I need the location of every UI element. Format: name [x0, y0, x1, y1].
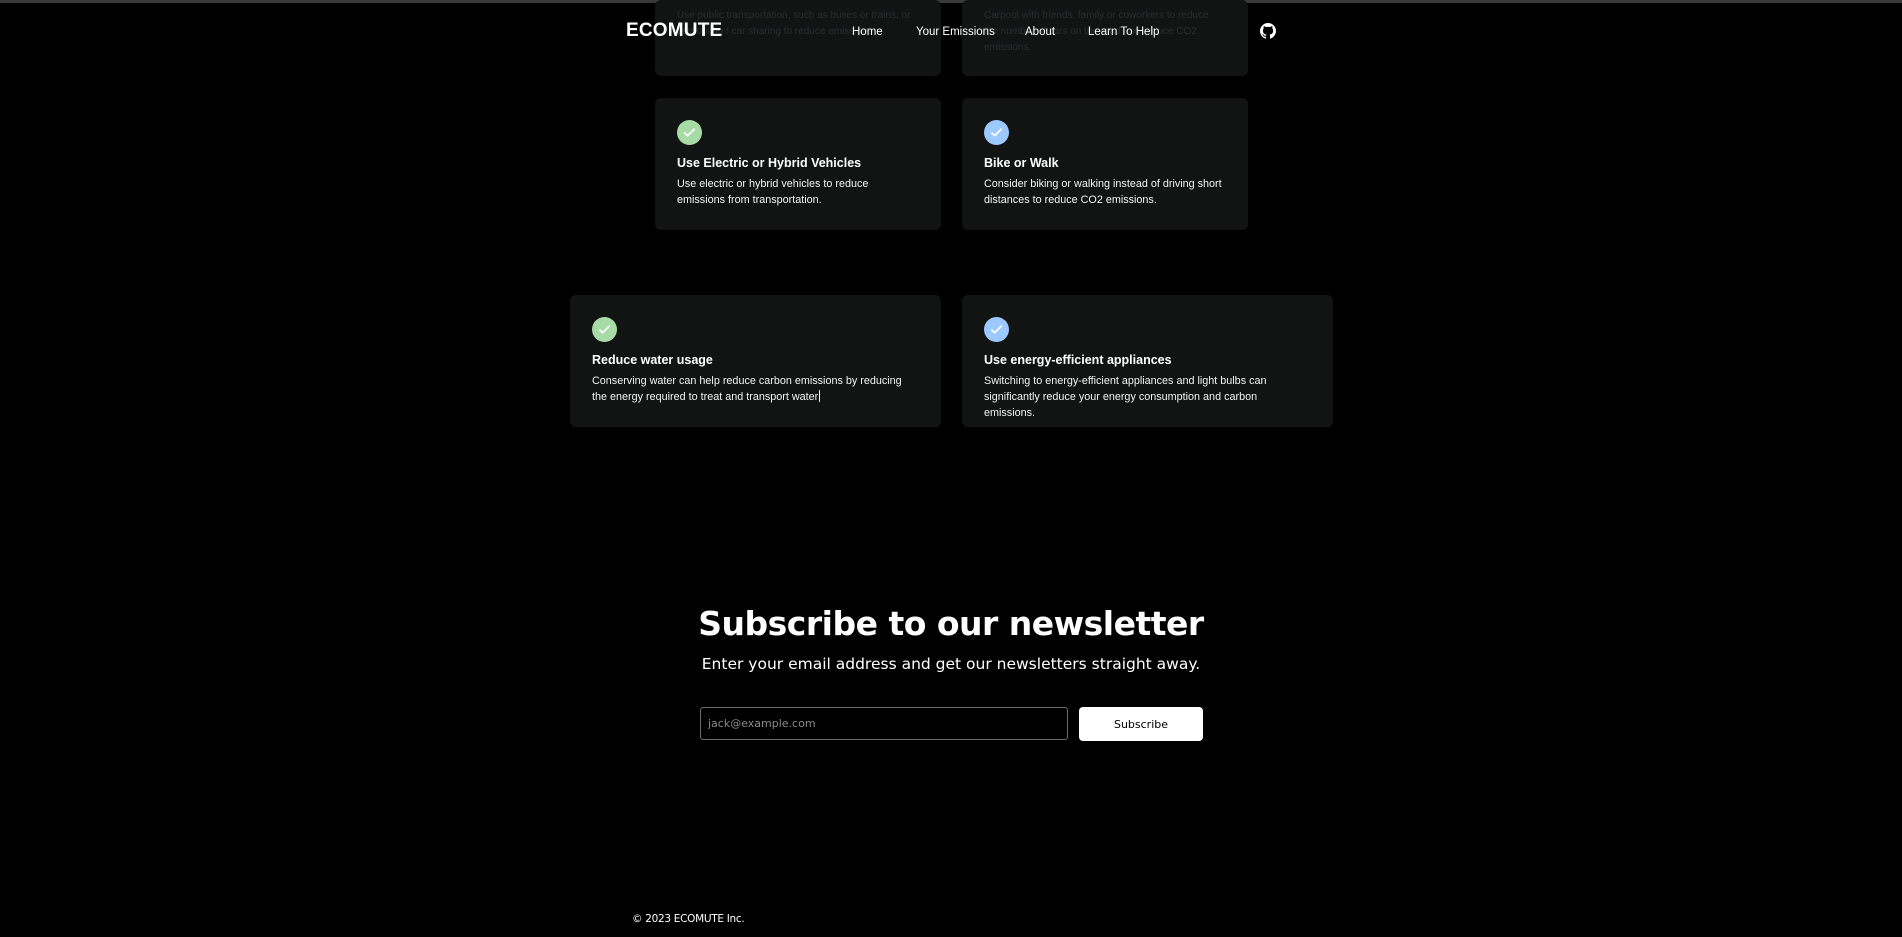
tip-title: Use energy-efficient appliances	[984, 353, 1172, 367]
tip-card-electric-vehicles: Use Electric or Hybrid Vehicles Use elec…	[655, 98, 941, 230]
footer-copyright: © 2023 ECOMUTE Inc.	[632, 913, 745, 925]
top-navbar: ECOMUTE Home Your Emissions About Learn …	[0, 3, 1902, 59]
tip-title: Bike or Walk	[984, 156, 1059, 170]
check-circle-icon	[984, 317, 1009, 342]
tip-title: Use Electric or Hybrid Vehicles	[677, 156, 862, 170]
newsletter-subtitle: Enter your email address and get our new…	[701, 655, 1201, 673]
brand-logo[interactable]: ECOMUTE	[626, 20, 722, 42]
newsletter-title: Subscribe to our newsletter	[698, 604, 1204, 643]
text-cursor	[819, 390, 821, 402]
tip-text: Use electric or hybrid vehicles to reduc…	[677, 178, 869, 206]
tip-card-energy-appliances: Use energy-efficient appliances Switchin…	[962, 295, 1333, 427]
check-circle-icon	[592, 317, 617, 342]
email-input[interactable]	[700, 707, 1068, 740]
check-circle-icon	[677, 120, 702, 145]
tip-card-bike-walk: Bike or Walk Consider biking or walking …	[962, 98, 1248, 230]
tip-text: Consider biking or walking instead of dr…	[984, 178, 1222, 206]
subscribe-button[interactable]: Subscribe	[1079, 707, 1203, 741]
nav-link-home[interactable]: Home	[852, 26, 883, 38]
nav-link-about[interactable]: About	[1025, 26, 1055, 38]
tip-text-content: Conserving water can help reduce carbon …	[592, 375, 902, 403]
tip-card-water-usage: Reduce water usage Conserving water can …	[570, 295, 941, 427]
tip-title: Reduce water usage	[592, 353, 713, 367]
github-icon[interactable]	[1260, 23, 1276, 39]
nav-link-learn-to-help[interactable]: Learn To Help	[1088, 26, 1159, 38]
nav-link-your-emissions[interactable]: Your Emissions	[916, 26, 995, 38]
tip-text: Conserving water can help reduce carbon …	[592, 373, 919, 405]
check-circle-icon	[984, 120, 1009, 145]
tip-text: Switching to energy-efficient appliances…	[984, 375, 1267, 419]
